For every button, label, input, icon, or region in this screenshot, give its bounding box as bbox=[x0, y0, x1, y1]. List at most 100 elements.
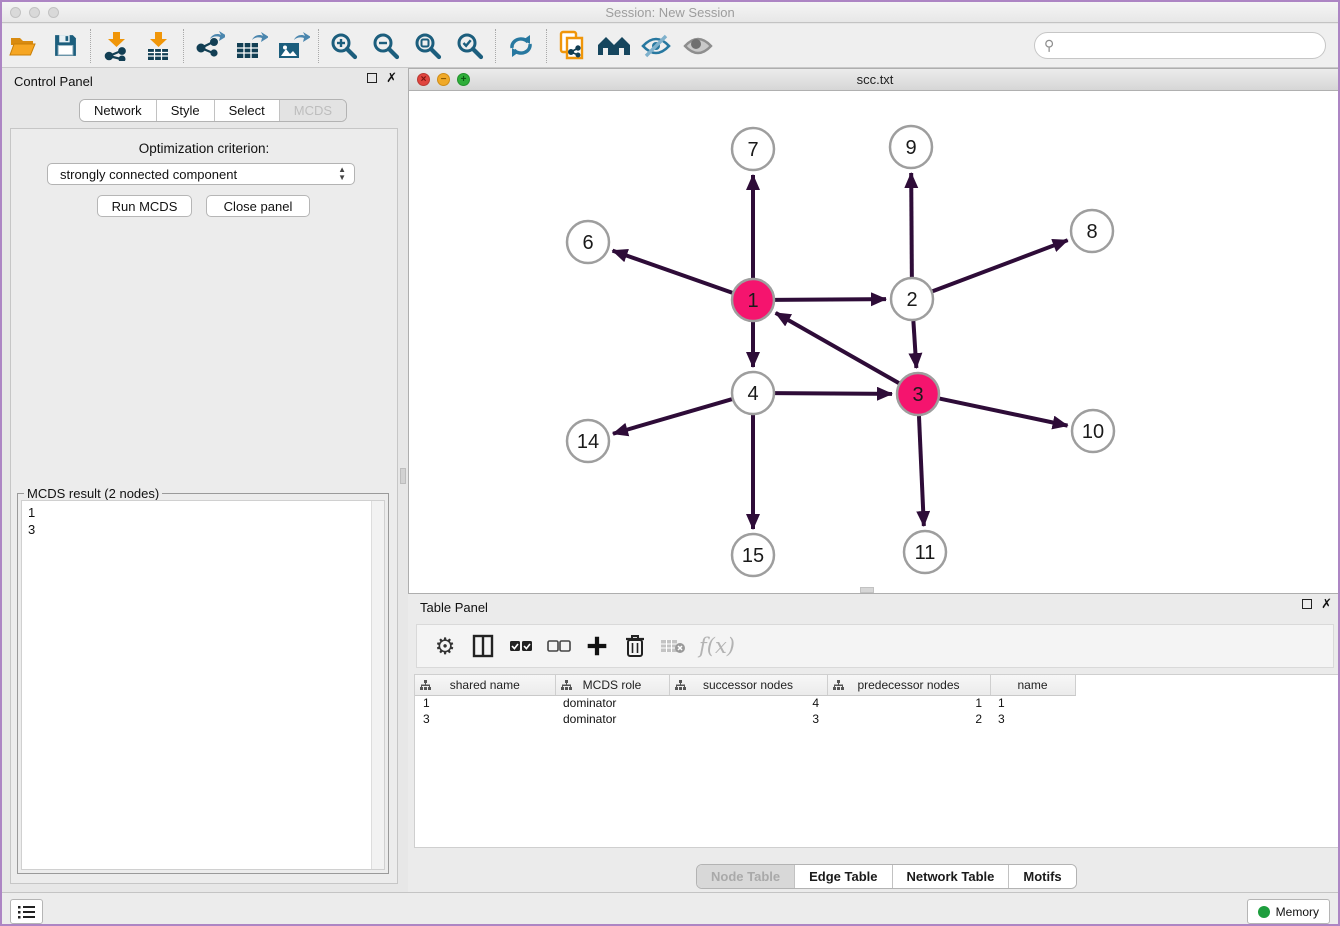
tab-style[interactable]: Style bbox=[157, 100, 215, 121]
select-all-button[interactable] bbox=[505, 628, 537, 664]
horizontal-splitter-handle[interactable] bbox=[860, 587, 874, 593]
export-image-button[interactable] bbox=[272, 27, 314, 65]
edge-1-2[interactable] bbox=[775, 299, 886, 300]
edge-3-11[interactable] bbox=[919, 416, 924, 526]
float-panel-icon[interactable] bbox=[367, 73, 377, 83]
trash-icon bbox=[625, 634, 645, 658]
cell-predecessor-nodes[interactable]: 1 bbox=[827, 695, 990, 711]
vertical-splitter[interactable] bbox=[398, 68, 408, 892]
edge-2-3[interactable] bbox=[913, 321, 916, 368]
node-label-8: 8 bbox=[1086, 221, 1097, 243]
close-panel-button[interactable]: Close panel bbox=[206, 195, 310, 217]
close-panel-icon[interactable]: ✗ bbox=[386, 73, 397, 83]
delete-table-button[interactable] bbox=[657, 628, 689, 664]
column-label: shared name bbox=[450, 678, 520, 692]
open-folder-button[interactable] bbox=[2, 27, 44, 65]
search-input[interactable] bbox=[1034, 32, 1326, 59]
column-header-predecessor-nodes[interactable]: predecessor nodes bbox=[827, 675, 990, 695]
network-canvas[interactable]: 7968124314101511 bbox=[409, 91, 1340, 593]
first-neighbors-icon bbox=[557, 30, 587, 62]
mcds-result-area[interactable]: 1 3 bbox=[21, 500, 385, 870]
refresh-button[interactable] bbox=[500, 27, 542, 65]
deselect-all-button[interactable] bbox=[543, 628, 575, 664]
node-label-9: 9 bbox=[905, 137, 916, 159]
edge-2-8[interactable] bbox=[933, 240, 1068, 291]
edge-4-14[interactable] bbox=[613, 399, 732, 434]
table-settings-button[interactable]: ⚙ bbox=[429, 628, 461, 664]
cell-mcds-role[interactable]: dominator bbox=[555, 695, 669, 711]
network-window-title: scc.txt bbox=[409, 72, 1340, 87]
memory-button[interactable]: Memory bbox=[1247, 899, 1330, 924]
float-panel-icon[interactable] bbox=[1302, 599, 1312, 609]
edge-3-1[interactable] bbox=[776, 313, 899, 383]
column-header-name[interactable]: name bbox=[990, 675, 1075, 695]
edge-4-3[interactable] bbox=[775, 393, 892, 394]
hide-selected-button[interactable] bbox=[635, 27, 677, 65]
status-bar: Memory bbox=[2, 892, 1338, 926]
tab-edge-table[interactable]: Edge Table bbox=[795, 865, 892, 888]
cell-name[interactable]: 3 bbox=[990, 711, 1075, 727]
delete-column-button[interactable] bbox=[619, 628, 651, 664]
task-list-icon bbox=[18, 905, 36, 919]
network-window-titlebar[interactable]: × − + scc.txt bbox=[409, 69, 1340, 91]
result-scrollbar[interactable] bbox=[371, 501, 384, 869]
save-session-button[interactable] bbox=[44, 27, 86, 65]
zoom-fit-icon bbox=[414, 32, 442, 60]
zoom-fit-button[interactable] bbox=[407, 27, 449, 65]
column-view-button[interactable] bbox=[467, 628, 499, 664]
column-label: predecessor nodes bbox=[857, 678, 959, 692]
tab-network[interactable]: Network bbox=[80, 100, 157, 121]
toolbar-separator bbox=[318, 29, 319, 63]
cell-name[interactable]: 1 bbox=[990, 695, 1075, 711]
cell-mcds-role[interactable]: dominator bbox=[555, 711, 669, 727]
cell-shared-name[interactable]: 3 bbox=[415, 711, 555, 727]
cell-successor-nodes[interactable]: 4 bbox=[669, 695, 827, 711]
close-panel-icon[interactable]: ✗ bbox=[1321, 599, 1332, 609]
tab-node-table[interactable]: Node Table bbox=[697, 865, 795, 888]
tab-mcds[interactable]: MCDS bbox=[280, 100, 346, 121]
edge-1-6[interactable] bbox=[613, 251, 733, 293]
tree-icon bbox=[420, 680, 431, 691]
plus-icon bbox=[586, 635, 608, 657]
cell-successor-nodes[interactable]: 3 bbox=[669, 711, 827, 727]
run-mcds-button[interactable]: Run MCDS bbox=[97, 195, 192, 217]
show-all-button[interactable] bbox=[677, 27, 719, 65]
tab-network-table[interactable]: Network Table bbox=[893, 865, 1010, 888]
export-network-button[interactable] bbox=[188, 27, 230, 65]
tab-motifs[interactable]: Motifs bbox=[1009, 865, 1075, 888]
select-stepper-icon: ▲▼ bbox=[338, 166, 346, 182]
function-builder-button[interactable]: f(x) bbox=[695, 628, 739, 664]
column-header-successor-nodes[interactable]: successor nodes bbox=[669, 675, 827, 695]
column-view-icon bbox=[472, 634, 494, 658]
export-table-button[interactable] bbox=[230, 27, 272, 65]
node-label-6: 6 bbox=[582, 232, 593, 254]
column-header-mcds-role[interactable]: MCDS role bbox=[555, 675, 669, 695]
import-table-button[interactable] bbox=[137, 27, 179, 65]
edge-3-10[interactable] bbox=[940, 399, 1068, 426]
zoom-selected-button[interactable] bbox=[449, 27, 491, 65]
table-row[interactable]: 1 dominator 4 1 1 bbox=[415, 695, 1075, 711]
cell-shared-name[interactable]: 1 bbox=[415, 695, 555, 711]
cell-predecessor-nodes[interactable]: 2 bbox=[827, 711, 990, 727]
export-image-icon bbox=[276, 31, 310, 61]
network-overview-button[interactable] bbox=[593, 27, 635, 65]
task-history-button[interactable] bbox=[10, 899, 43, 924]
mcds-result-title: MCDS result (2 nodes) bbox=[24, 486, 162, 501]
column-label: name bbox=[1017, 678, 1047, 692]
select-all-icon bbox=[509, 640, 533, 652]
node-label-3: 3 bbox=[912, 384, 923, 406]
eye-slash-icon bbox=[640, 33, 672, 59]
splitter-handle[interactable] bbox=[400, 468, 406, 484]
add-column-button[interactable] bbox=[581, 628, 613, 664]
optimization-select[interactable]: strongly connected component ▲▼ bbox=[47, 163, 355, 185]
column-header-shared-name[interactable]: shared name bbox=[415, 675, 555, 695]
first-neighbors-button[interactable] bbox=[551, 27, 593, 65]
control-panel: Control Panel ✗ Network Style Select MCD… bbox=[2, 68, 407, 892]
tab-select[interactable]: Select bbox=[215, 100, 280, 121]
zoom-in-button[interactable] bbox=[323, 27, 365, 65]
mcds-panel: Optimization criterion: strongly connect… bbox=[10, 128, 398, 884]
zoom-out-button[interactable] bbox=[365, 27, 407, 65]
table-row[interactable]: 3 dominator 3 2 3 bbox=[415, 711, 1075, 727]
edge-2-9[interactable] bbox=[911, 173, 912, 277]
import-network-button[interactable] bbox=[95, 27, 137, 65]
